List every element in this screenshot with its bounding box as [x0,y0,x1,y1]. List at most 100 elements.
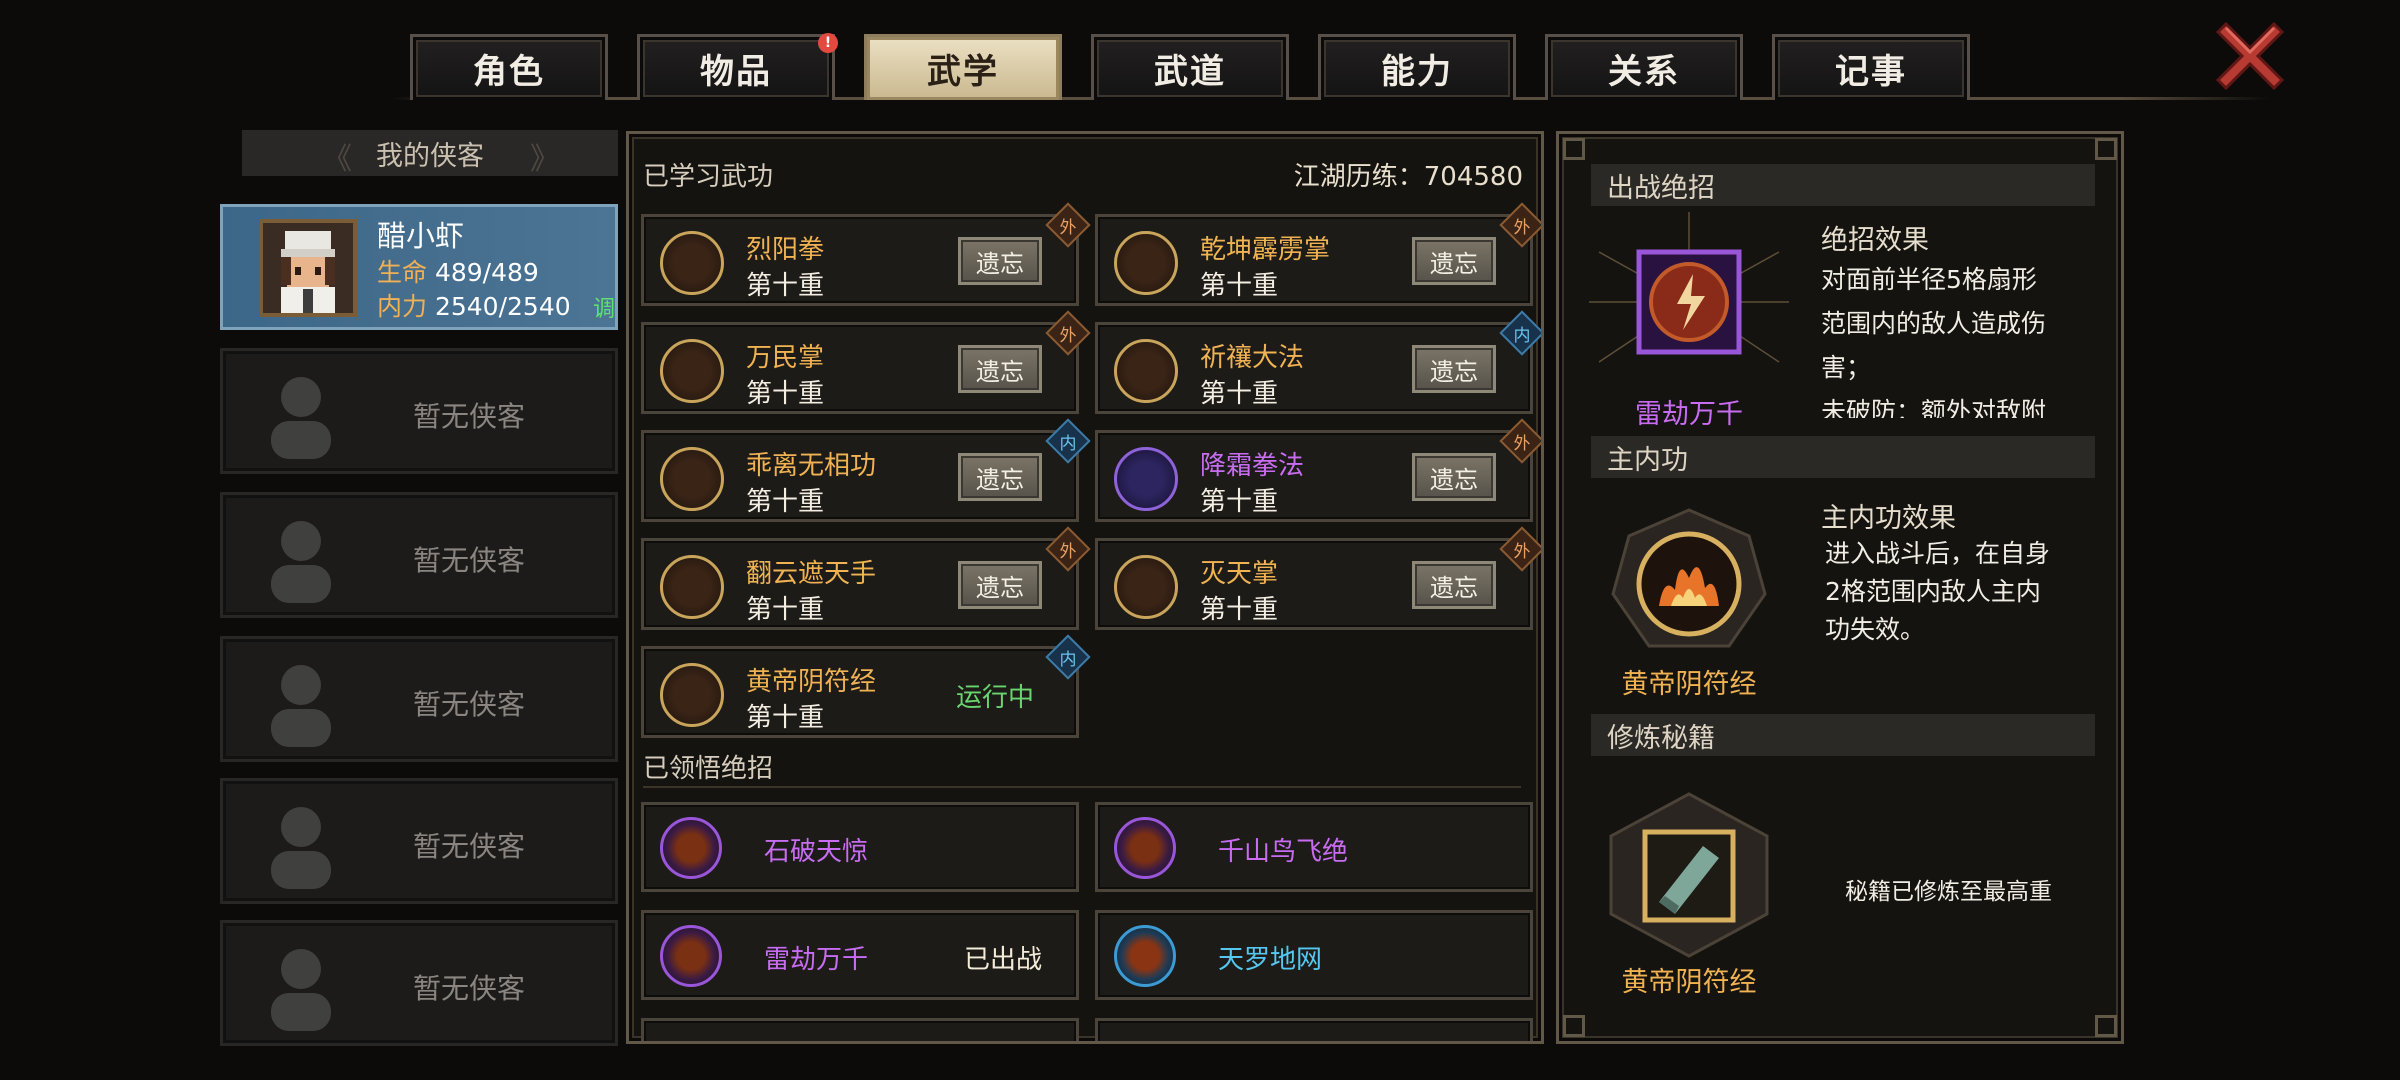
ultimate-card[interactable]: 千山鸟飞绝 [1095,802,1533,892]
skill-card[interactable]: 万民掌 第十重 遗忘 外 [641,310,1091,414]
skill-card[interactable]: 祈禳大法 第十重 遗忘 内 [1095,310,1541,414]
section-divider [643,786,1521,788]
skill-card[interactable]: 烈阳拳 第十重 遗忘 外 [641,202,1091,306]
skill-name: 翻云遮天手 [746,559,877,589]
tab-journal[interactable]: 记事 [1772,34,1970,100]
ultimate-effect-line: 对面前半径5格扇形 [1821,265,2037,294]
skill-card[interactable]: 黄帝阴符经 第十重 运行中 内 [641,634,1091,738]
adjust-button[interactable]: 调 [593,291,615,323]
forget-button[interactable]: 遗忘 [1412,345,1496,393]
skill-card[interactable]: 乖离无相功 第十重 遗忘 内 [641,418,1091,522]
tab-martial-way[interactable]: 武道 [1091,34,1289,100]
skill-card[interactable]: 乾坤霹雳掌 第十重 遗忘 外 [1095,202,1541,306]
ultimate-name: 雷劫万千 [764,945,869,975]
skill-level: 第十重 [746,595,825,625]
skill-level: 第十重 [746,271,825,301]
forget-button[interactable]: 遗忘 [958,453,1042,501]
tab-abilities[interactable]: 能力 [1318,34,1516,100]
skill-card[interactable]: 翻云遮天手 第十重 遗忘 外 [641,526,1091,630]
corner-ornament [1563,1015,1585,1037]
forget-button[interactable]: 遗忘 [1412,237,1496,285]
running-status: 运行中 [956,683,1035,713]
hero-slot-empty[interactable]: 暂无侠客 [220,778,618,904]
external-tag: 外 [1045,310,1091,356]
forget-button[interactable]: 遗忘 [958,561,1042,609]
ultimate-card[interactable] [641,1018,1079,1041]
learned-skills-title: 已学习武功 [643,162,774,192]
forget-label: 遗忘 [1430,465,1478,494]
forget-button[interactable]: 遗忘 [1412,453,1496,501]
tab-martial-arts[interactable]: 武学 [864,34,1062,100]
experience-label: 江湖历练：704580 [1293,162,1523,192]
skill-card[interactable]: 灭天掌 第十重 遗忘 外 [1095,526,1541,630]
chevron-right-icon[interactable]: 》 [530,134,560,178]
main-internal-effect-line: 功失效。 [1825,615,1926,644]
tab-label: 记事 [1835,52,1907,92]
skill-name: 乖离无相功 [746,451,877,481]
tab-label: 角色 [473,52,545,92]
tab-label: 武学 [927,52,999,92]
tab-relations[interactable]: 关系 [1545,34,1743,100]
main-internal-header: 主内功 [1591,436,2095,478]
forget-label: 遗忘 [976,573,1024,602]
empty-slot-label: 暂无侠客 [413,544,526,577]
tab-character[interactable]: 角色 [410,34,608,100]
empty-slot-label: 暂无侠客 [413,830,526,863]
ultimate-effect-label: 绝招效果 [1821,225,1929,256]
manual-training-header: 修炼秘籍 [1591,714,2095,756]
lightning-palm-icon [1114,231,1178,295]
silhouette-icon [271,377,331,459]
skill-name: 乾坤霹雳掌 [1200,235,1331,265]
avatar [259,219,357,317]
ultimate-effect-line: 害； [1821,353,1872,382]
hp-label: 生命 [377,258,428,287]
hero-slot-empty[interactable]: 暂无侠客 [220,348,618,474]
chevron-left-icon[interactable]: 《 [322,134,352,178]
ultimate-card[interactable]: 石破天惊 [641,802,1079,892]
tag-label: 内 [1059,433,1077,454]
forget-button[interactable]: 遗忘 [1412,561,1496,609]
my-heroes-header: 《 我的侠客 》 [242,130,618,178]
flower-palm-icon [660,339,724,403]
hero-slot-empty[interactable]: 暂无侠客 [220,920,618,1046]
silhouette-icon [271,807,331,889]
ultimate-card[interactable]: 天罗地网 [1095,910,1533,1000]
cloud-hand-icon [660,555,724,619]
forget-label: 遗忘 [1430,573,1478,602]
external-tag: 外 [1499,202,1541,248]
thunder-icon [660,925,722,987]
tab-label: 能力 [1381,52,1453,92]
section-title: 修炼秘籍 [1607,722,1715,754]
forget-label: 遗忘 [976,357,1024,386]
skills-panel: 已学习武功 江湖历练：704580 烈阳拳 第十重 遗忘 外 乾坤霹雳掌 第十重… [626,131,1544,1044]
skill-name: 祈禳大法 [1200,343,1305,373]
corner-ornament [1563,138,1585,160]
ultimate-card[interactable]: 雷劫万千 已出战 [641,910,1079,1000]
palm-icon [1114,555,1178,619]
fist-flame-icon [660,231,724,295]
empty-slot-label: 暂无侠客 [413,688,526,721]
hero-card-selected[interactable]: 醋小虾 生命 489/489 内力 2540/2540 调 [220,204,618,330]
hero-mp: 内力 2540/2540 [377,287,571,323]
close-button[interactable] [2208,14,2292,98]
tab-items[interactable]: 物品! [637,33,838,100]
skill-level: 第十重 [746,379,825,409]
my-heroes-title: 我的侠客 [376,140,484,172]
hero-slot-empty[interactable]: 暂无侠客 [220,492,618,618]
skill-card[interactable]: 降霜拳法 第十重 遗忘 外 [1095,418,1541,522]
hero-slot-empty[interactable]: 暂无侠客 [220,636,618,762]
fire-ring-icon [660,663,724,727]
hero-hp: 生命 489/489 [377,253,539,289]
forget-label: 遗忘 [976,249,1024,278]
external-tag: 外 [1045,526,1091,572]
ultimate-effect-line: 未破防：额外对敌附 [1821,397,2047,418]
ultimate-card[interactable] [1095,1018,1533,1041]
tag-label: 外 [1513,541,1531,562]
skill-level: 第十重 [1200,595,1279,625]
silhouette-icon [271,949,331,1031]
forget-button[interactable]: 遗忘 [958,345,1042,393]
empty-slot-label: 暂无侠客 [413,400,526,433]
mp-value: 2540/2540 [434,292,571,321]
internal-tag: 内 [1045,634,1091,680]
forget-button[interactable]: 遗忘 [958,237,1042,285]
